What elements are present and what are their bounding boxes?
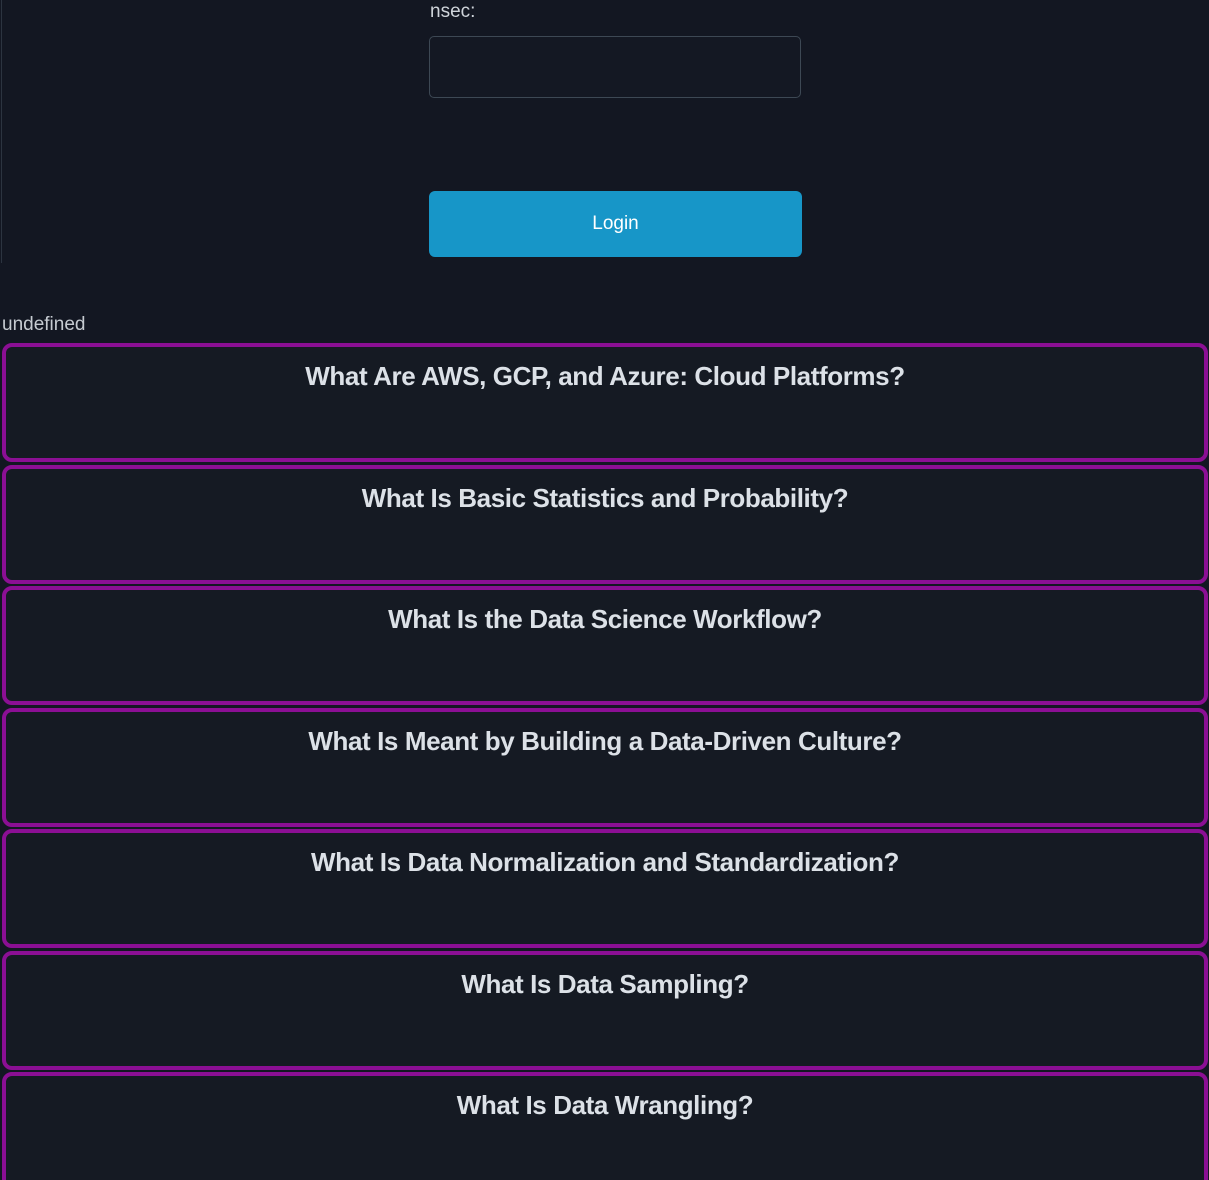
question-title: What Is the Data Science Workflow? xyxy=(6,603,1204,635)
question-title: What Is Basic Statistics and Probability… xyxy=(6,482,1204,514)
question-title: What Are AWS, GCP, and Azure: Cloud Plat… xyxy=(6,360,1204,392)
page: nsec: Login undefined What Are AWS, GCP,… xyxy=(0,0,1209,1180)
question-card[interactable]: What Is the Data Science Workflow? xyxy=(2,586,1208,705)
status-text: undefined xyxy=(2,312,85,337)
question-title: What Is Data Sampling? xyxy=(6,968,1204,1000)
nsec-input[interactable] xyxy=(429,36,801,98)
question-card[interactable]: What Is Basic Statistics and Probability… xyxy=(2,465,1208,584)
question-title: What Is Data Wrangling? xyxy=(6,1089,1204,1121)
login-button[interactable]: Login xyxy=(429,191,802,257)
form-container-border xyxy=(1,0,2,263)
question-card[interactable]: What Is Data Wrangling? xyxy=(2,1072,1208,1180)
question-list: What Are AWS, GCP, and Azure: Cloud Plat… xyxy=(0,343,1209,1180)
nsec-label: nsec: xyxy=(430,0,475,24)
question-card[interactable]: What Is Meant by Building a Data-Driven … xyxy=(2,708,1208,827)
question-card[interactable]: What Is Data Normalization and Standardi… xyxy=(2,829,1208,948)
question-card[interactable]: What Are AWS, GCP, and Azure: Cloud Plat… xyxy=(2,343,1208,462)
question-title: What Is Meant by Building a Data-Driven … xyxy=(6,725,1204,757)
question-title: What Is Data Normalization and Standardi… xyxy=(6,846,1204,878)
question-card[interactable]: What Is Data Sampling? xyxy=(2,951,1208,1070)
